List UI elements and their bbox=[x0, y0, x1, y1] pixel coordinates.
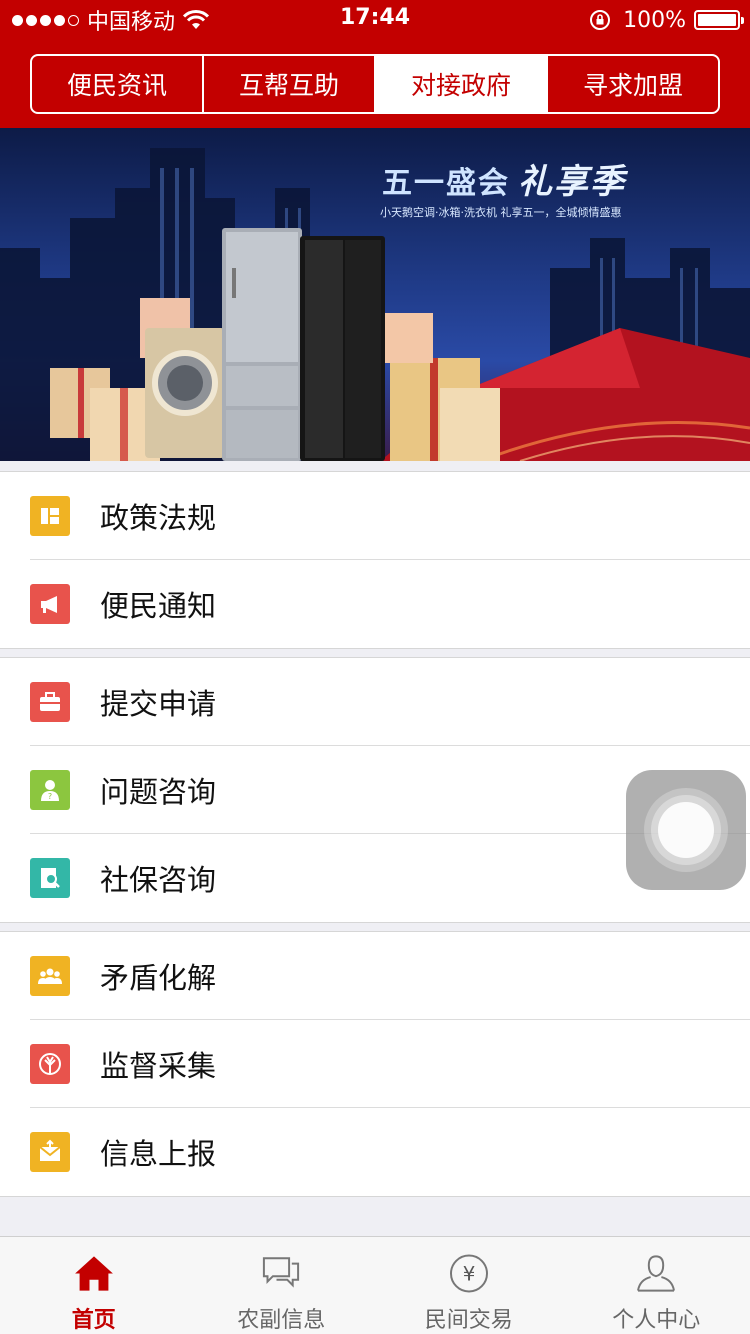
segmented-control: 便民资讯 互帮互助 对接政府 寻求加盟 bbox=[30, 54, 720, 114]
banner-title: 五一盛会 礼享季 bbox=[382, 154, 626, 203]
segment-join[interactable]: 寻求加盟 bbox=[548, 56, 718, 112]
menu-group-1: 政策法规 便民通知 bbox=[0, 471, 750, 649]
battery-icon bbox=[694, 10, 744, 30]
tab-profile[interactable]: 个人中心 bbox=[563, 1237, 750, 1334]
assistive-touch-button[interactable] bbox=[626, 770, 746, 890]
app-screen: 中国移动 17:44 100% 便民资讯 互帮互助 对接政府 寻求加盟 五一盛会… bbox=[0, 0, 750, 1334]
user-icon bbox=[637, 1255, 676, 1292]
menu-item-apply[interactable]: 提交申请 bbox=[0, 658, 750, 746]
tab-label: 个人中心 bbox=[612, 1308, 701, 1333]
battery-percent: 100% bbox=[623, 7, 686, 33]
banner-title-main: 五一盛会 bbox=[382, 166, 510, 201]
menu-item-report[interactable]: 信息上报 bbox=[0, 1108, 750, 1196]
menu-item-supervision[interactable]: 监督采集 bbox=[0, 1020, 750, 1108]
briefcase-icon bbox=[30, 682, 70, 722]
menu-item-label: 监督采集 bbox=[100, 1049, 217, 1083]
promo-banner[interactable]: 五一盛会 礼享季 小天鹅空调·冰箱·洗衣机 礼享五一，全城倾情盛惠 bbox=[0, 128, 750, 461]
menu-item-dispute[interactable]: 矛盾化解 bbox=[0, 932, 750, 1020]
tab-trade[interactable]: ¥ 民间交易 bbox=[375, 1237, 563, 1334]
tab-label: 农副信息 bbox=[237, 1308, 326, 1333]
header: 中国移动 17:44 100% 便民资讯 互帮互助 对接政府 寻求加盟 bbox=[0, 0, 750, 128]
question-user-icon: ? bbox=[30, 770, 70, 810]
menu-group-3: 矛盾化解 监督采集 信息上报 bbox=[0, 931, 750, 1197]
menu-item-label: 社保咨询 bbox=[100, 863, 217, 897]
search-document-icon bbox=[30, 858, 70, 898]
yuan-icon: ¥ bbox=[449, 1254, 488, 1293]
svg-text:¥: ¥ bbox=[462, 1263, 475, 1286]
tab-home[interactable]: 首页 bbox=[0, 1237, 188, 1334]
banner-subtitle: 小天鹅空调·冰箱·洗衣机 礼享五一，全城倾情盛惠 bbox=[380, 206, 622, 219]
tree-icon bbox=[30, 1044, 70, 1084]
megaphone-icon bbox=[30, 584, 70, 624]
mail-icon bbox=[30, 1132, 70, 1172]
svg-text:?: ? bbox=[48, 792, 52, 801]
tab-label: 民间交易 bbox=[424, 1308, 513, 1333]
status-bar: 中国移动 17:44 100% bbox=[0, 0, 750, 40]
banner-artwork bbox=[0, 148, 750, 461]
menu-item-label: 问题咨询 bbox=[100, 775, 217, 809]
menu-item-label: 信息上报 bbox=[100, 1137, 217, 1171]
segment-mutual-help[interactable]: 互帮互助 bbox=[204, 56, 376, 112]
banner-title-emphasis: 礼享季 bbox=[518, 162, 626, 202]
segment-government[interactable]: 对接政府 bbox=[376, 56, 548, 112]
policy-icon bbox=[30, 496, 70, 536]
group-icon bbox=[30, 956, 70, 996]
menu-item-policy[interactable]: 政策法规 bbox=[0, 472, 750, 560]
menu-item-label: 提交申请 bbox=[100, 687, 217, 721]
home-icon bbox=[74, 1256, 113, 1291]
menu-item-label: 便民通知 bbox=[100, 589, 217, 623]
menu-item-label: 政策法规 bbox=[100, 501, 217, 535]
tab-label: 首页 bbox=[71, 1308, 116, 1333]
tab-bar: 首页 农副信息 ¥ 民间交易 个人中心 bbox=[0, 1236, 750, 1334]
segment-convenience-news[interactable]: 便民资讯 bbox=[32, 56, 204, 112]
menu-item-label: 矛盾化解 bbox=[100, 961, 217, 995]
status-right: 100% bbox=[589, 6, 744, 34]
rotation-lock-icon bbox=[590, 10, 611, 30]
tab-agri-info[interactable]: 农副信息 bbox=[188, 1237, 376, 1334]
chat-icon bbox=[263, 1257, 300, 1288]
menu-item-notice[interactable]: 便民通知 bbox=[0, 560, 750, 648]
